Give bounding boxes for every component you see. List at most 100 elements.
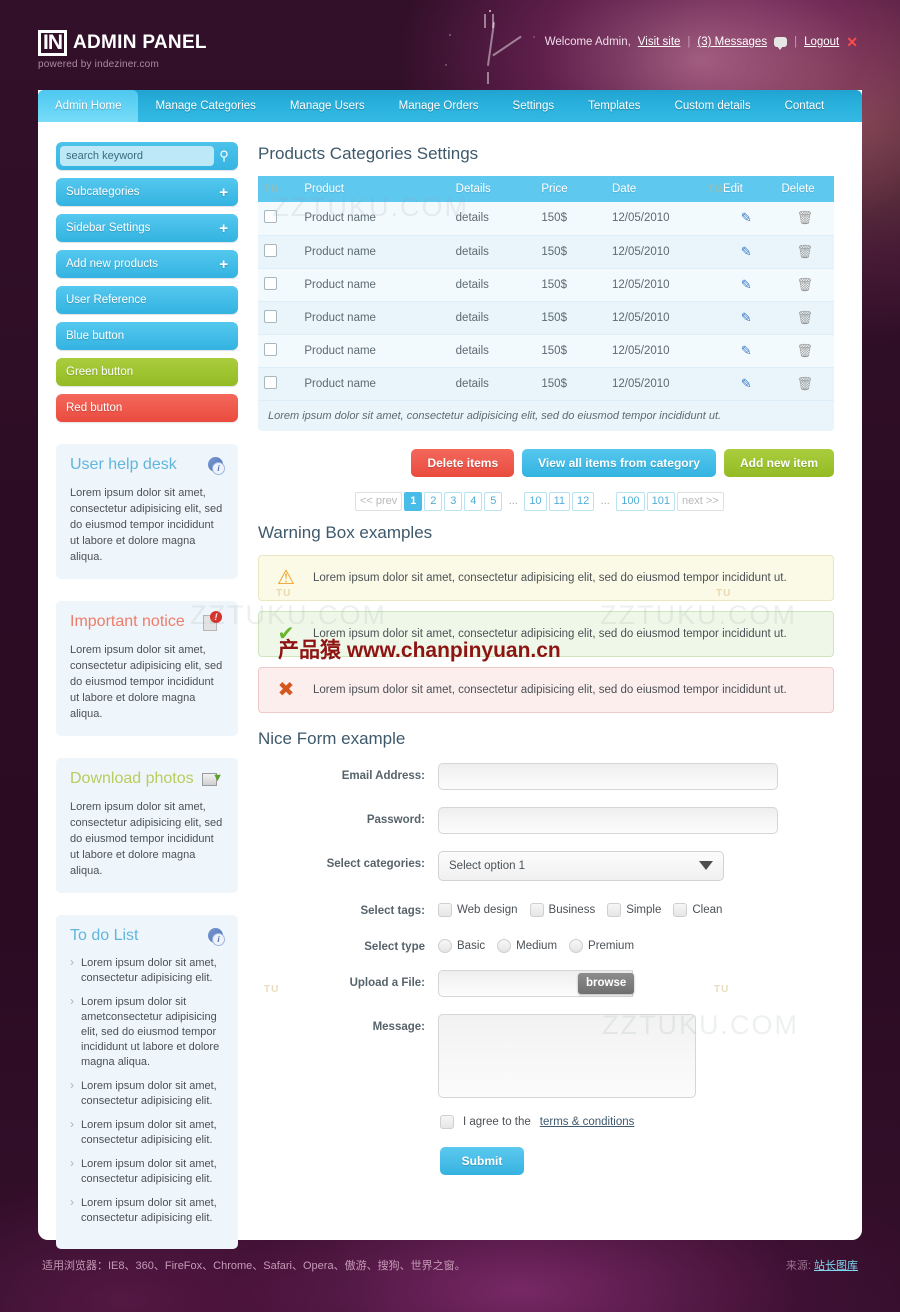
password-field[interactable]: [438, 806, 778, 834]
userbar-separator-2: |: [794, 36, 798, 48]
search-icon[interactable]: ⚲: [214, 148, 234, 164]
tab-manage-categories[interactable]: Manage Categories: [138, 90, 272, 122]
trash-icon[interactable]: 🗑: [796, 244, 813, 259]
pagination-page-10[interactable]: 10: [524, 491, 547, 511]
brand-logo[interactable]: IN ADMIN PANEL powered by indeziner.com: [38, 30, 207, 70]
plus-icon[interactable]: +: [219, 220, 228, 237]
sidebar-item-user-reference[interactable]: User Reference: [56, 286, 238, 314]
tag-checkbox[interactable]: [673, 902, 688, 917]
type-radio[interactable]: [497, 938, 512, 953]
footer-source-link[interactable]: 站长图库: [814, 1260, 858, 1272]
plus-icon[interactable]: +: [219, 256, 228, 273]
edit-icon[interactable]: ✎: [741, 244, 752, 259]
pagination-page-101[interactable]: 101: [646, 491, 675, 511]
edit-icon[interactable]: ✎: [741, 343, 752, 358]
sidebar-item-blue-button[interactable]: Blue button: [56, 322, 238, 350]
table-actions: Delete items View all items from categor…: [258, 448, 834, 477]
pagination-prev[interactable]: << prev: [355, 491, 403, 511]
row-checkbox[interactable]: [264, 276, 277, 290]
cell-price: 150$: [535, 367, 606, 401]
pagination-page-11[interactable]: 11: [548, 491, 570, 511]
tag-label: Web design: [457, 903, 518, 916]
plus-icon[interactable]: +: [219, 184, 228, 201]
type-radio[interactable]: [438, 938, 452, 953]
row-checkbox[interactable]: [264, 342, 277, 356]
tag-checkbox[interactable]: [438, 902, 452, 917]
categories-select[interactable]: Select option 1: [438, 850, 724, 881]
tab-contact[interactable]: Contact: [768, 90, 842, 122]
messages-link[interactable]: (3) Messages: [697, 36, 767, 48]
type-option-premium[interactable]: Premium: [569, 938, 634, 953]
pagination-page-3[interactable]: 3: [444, 491, 463, 511]
cell-price: 150$: [535, 334, 606, 368]
trash-icon[interactable]: 🗑: [796, 310, 813, 325]
type-option-basic[interactable]: Basic: [438, 938, 485, 953]
th-details[interactable]: Details: [449, 176, 536, 202]
example-form: Email Address: Password: Select categori…: [258, 762, 834, 1175]
trash-icon[interactable]: 🗑: [796, 343, 813, 358]
delete-items-button[interactable]: Delete items: [411, 448, 515, 477]
tab-templates[interactable]: Templates: [571, 90, 657, 122]
row-checkbox[interactable]: [264, 210, 277, 224]
pagination-page-1[interactable]: 1: [404, 491, 423, 511]
visit-site-link[interactable]: Visit site: [638, 36, 681, 48]
tab-manage-users[interactable]: Manage Users: [273, 90, 382, 122]
browse-button[interactable]: browse: [578, 972, 635, 994]
logout-link[interactable]: Logout: [804, 36, 839, 48]
tag-checkbox[interactable]: [529, 902, 544, 917]
message-textarea[interactable]: [438, 1013, 696, 1098]
tab-manage-orders[interactable]: Manage Orders: [382, 90, 496, 122]
edit-icon[interactable]: ✎: [741, 277, 752, 292]
terms-agreement: I agree to the terms & conditions: [440, 1114, 834, 1129]
tag-option-simple[interactable]: Simple: [607, 902, 661, 917]
tab-settings[interactable]: Settings: [496, 90, 572, 122]
pagination-page-2[interactable]: 2: [424, 491, 443, 511]
widget-title: Important notice: [70, 613, 185, 630]
tag-option-clean[interactable]: Clean: [673, 902, 722, 917]
pagination-page-5[interactable]: 5: [484, 491, 503, 511]
trash-icon[interactable]: 🗑: [796, 376, 813, 391]
edit-icon[interactable]: ✎: [741, 210, 752, 225]
categories-selected-value: Select option 1: [449, 859, 526, 872]
th-date[interactable]: Date: [606, 176, 717, 202]
type-option-medium[interactable]: Medium: [497, 938, 557, 953]
add-new-item-button[interactable]: Add new item: [723, 448, 834, 477]
chevron-down-icon[interactable]: [699, 861, 713, 870]
pagination-next[interactable]: next >>: [676, 491, 724, 511]
close-icon[interactable]: ✕: [846, 35, 858, 49]
th-product[interactable]: Product: [298, 176, 450, 202]
row-checkbox[interactable]: [264, 375, 277, 389]
tag-option-web-design[interactable]: Web design: [438, 902, 518, 917]
tab-admin-home[interactable]: Admin Home: [38, 90, 139, 122]
submit-button[interactable]: Submit: [440, 1146, 524, 1175]
row-checkbox[interactable]: [264, 309, 277, 323]
pagination-page-12[interactable]: 12: [571, 491, 595, 511]
edit-icon[interactable]: ✎: [741, 376, 752, 391]
pagination-page-100[interactable]: 100: [616, 491, 645, 511]
tab-custom-details[interactable]: Custom details: [658, 90, 768, 122]
row-checkbox[interactable]: [264, 243, 277, 257]
sidebar-item-subcategories[interactable]: Subcategories +: [56, 178, 238, 206]
edit-icon[interactable]: ✎: [741, 310, 752, 325]
sidebar-item-sidebar-settings[interactable]: Sidebar Settings +: [56, 214, 238, 242]
th-price[interactable]: Price: [535, 176, 606, 202]
success-box: ✔ Lorem ipsum dolor sit amet, consectetu…: [258, 610, 834, 657]
type-label: Select type: [364, 940, 425, 953]
type-radio[interactable]: [569, 938, 584, 953]
search-input[interactable]: [60, 146, 214, 166]
view-all-items-button[interactable]: View all items from category: [522, 448, 716, 477]
terms-conditions-link[interactable]: terms & conditions: [540, 1116, 635, 1128]
trash-icon[interactable]: 🗑: [796, 210, 813, 225]
th-select[interactable]: [258, 176, 299, 202]
sidebar-item-green-button[interactable]: Green button: [56, 358, 238, 386]
pagination-page-4[interactable]: 4: [464, 491, 483, 511]
sidebar-search[interactable]: ⚲: [56, 142, 238, 170]
sidebar-item-label: Blue button: [66, 330, 125, 342]
tag-checkbox[interactable]: [607, 902, 622, 917]
sidebar-item-add-new-products[interactable]: Add new products +: [56, 250, 238, 278]
email-field[interactable]: [438, 762, 778, 790]
agree-checkbox[interactable]: [440, 1114, 454, 1129]
trash-icon[interactable]: 🗑: [796, 277, 813, 292]
tag-option-business[interactable]: Business: [529, 902, 595, 917]
sidebar-item-red-button[interactable]: Red button: [56, 394, 238, 422]
